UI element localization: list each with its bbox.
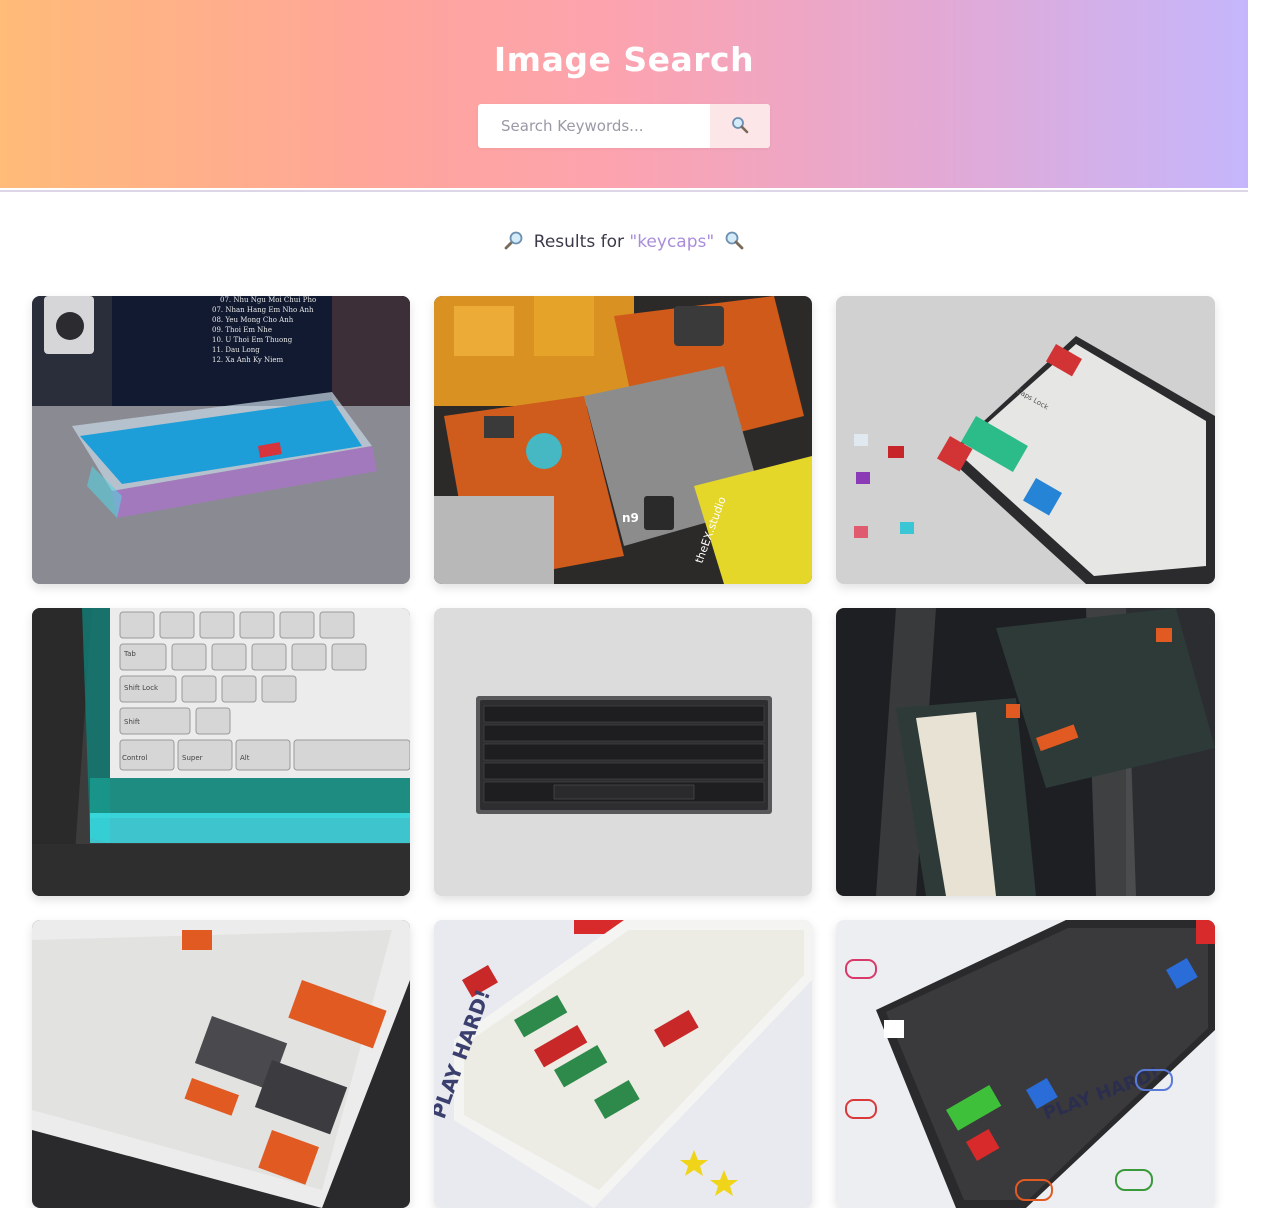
search-button[interactable] <box>710 104 770 148</box>
key-legend: Tab <box>123 650 136 658</box>
header-divider <box>0 190 1248 192</box>
search-icon <box>731 116 749 137</box>
image-card-white-orange-tkl[interactable] <box>32 920 410 1208</box>
tracklist-line: 08. Yeu Mong Cho Anh <box>212 316 294 324</box>
image-card-cream-green[interactable]: PLAY HARD! <box>434 920 812 1208</box>
image-card-blue-keyboard[interactable]: 07. Nhu Ngu Moi Chui Pho 07. Nhan Hang E… <box>32 296 410 584</box>
image-card-black-gamepad[interactable]: PLAY HARD! <box>836 920 1215 1208</box>
key-legend: Shift Lock <box>124 684 159 692</box>
key-legend: Super <box>182 754 203 762</box>
key-legend: Control <box>122 754 147 762</box>
image-card-black-60[interactable] <box>434 608 812 896</box>
results-heading: Results for "keycaps" <box>0 230 1248 255</box>
tracklist-line: 12. Xa Anh Ky Niem <box>212 356 284 364</box>
tracklist-line: 10. U Thoi Em Thuong <box>212 336 293 344</box>
search-icon <box>724 230 744 255</box>
image-grid: 07. Nhu Ngu Moi Chui Pho 07. Nhan Hang E… <box>32 296 1216 1208</box>
image-card-dark-orange[interactable] <box>836 608 1215 896</box>
search-bar <box>478 104 770 148</box>
image-card-white-numpad[interactable]: Caps Lock <box>836 296 1215 584</box>
header-banner <box>0 0 1248 188</box>
key-legend: Alt <box>240 754 250 762</box>
tracklist-line: 11. Dau Long <box>212 346 260 354</box>
results-prefix: Results for <box>533 232 624 252</box>
image-card-orange-artisan[interactable]: n9 theEX.studio <box>434 296 812 584</box>
artisan-badge: n9 <box>622 511 639 525</box>
tracklist-line: 07. Nhu Ngu Moi Chui Pho <box>220 296 316 304</box>
image-card-teal-keyboard[interactable]: Tab Shift Lock Shift Control Super Alt <box>32 608 410 896</box>
tracklist-line: 07. Nhan Hang Em Nho Anh <box>212 306 314 314</box>
page-title: Image Search <box>493 40 755 79</box>
results-keyword: "keycaps" <box>629 232 715 252</box>
key-legend: Shift <box>124 718 140 726</box>
tracklist-line: 09. Thoi Em Nhe <box>212 326 272 334</box>
magnifier-icon <box>504 230 524 255</box>
search-input[interactable] <box>478 104 710 148</box>
